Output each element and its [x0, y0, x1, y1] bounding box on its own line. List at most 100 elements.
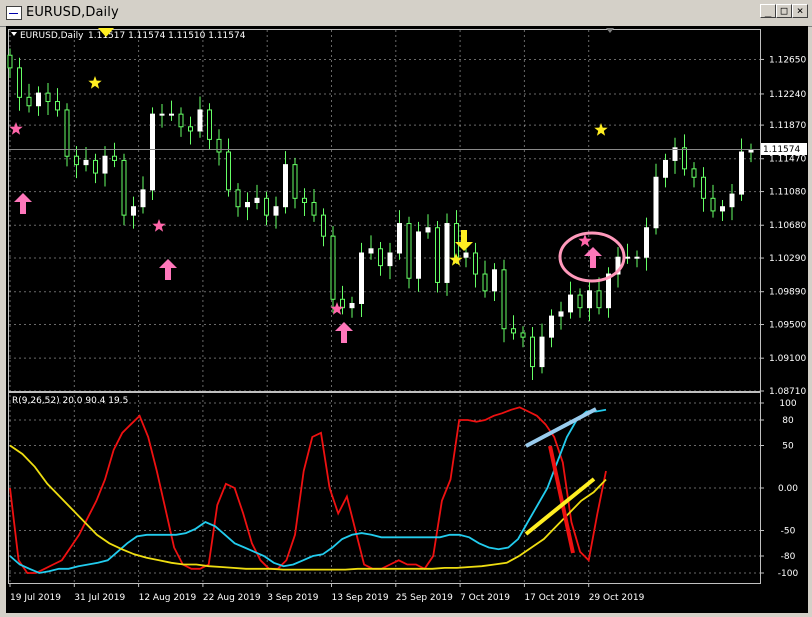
candle-body	[140, 189, 146, 208]
chart-svg[interactable]: EURUSD,Daily 1.11517 1.11574 1.11510 1.1…	[6, 26, 808, 613]
candle-body	[188, 126, 193, 132]
chart-grid	[9, 30, 760, 583]
window-title: EURUSD,Daily	[26, 5, 119, 20]
candle-body	[530, 336, 535, 368]
chart-window-icon	[6, 6, 22, 20]
candle-body	[634, 256, 640, 259]
candle-body	[264, 197, 269, 216]
chart-shift-icon[interactable]	[606, 28, 614, 33]
candle-body	[169, 113, 174, 116]
lightblue-trend-line	[525, 407, 597, 448]
candle-body	[729, 193, 735, 208]
candle-body	[482, 273, 488, 292]
indicator-series	[9, 406, 607, 574]
signal-markers	[9, 76, 608, 343]
candle-body	[150, 113, 155, 191]
date-tick-label: 17 Oct 2019	[524, 593, 580, 603]
candle-body	[748, 149, 754, 153]
pink-star-icon	[152, 219, 166, 232]
candle-body	[216, 138, 222, 153]
candle-body	[207, 109, 212, 140]
minimize-button[interactable]: _	[760, 4, 776, 18]
candle-body	[501, 269, 507, 330]
date-tick-label: 13 Sep 2019	[332, 593, 389, 603]
price-tick-label: 1.10290	[769, 254, 806, 264]
price-tick-label: 1.11470	[769, 155, 806, 165]
date-tick-label: 22 Aug 2019	[203, 593, 261, 603]
pink-up-arrow-icon	[584, 247, 602, 268]
candle-body	[178, 113, 184, 128]
candle-body	[197, 109, 203, 132]
candle-body	[83, 159, 89, 166]
chart-canvas[interactable]: EURUSD,Daily 1.11517 1.11574 1.11510 1.1…	[6, 26, 808, 613]
candle-body	[349, 302, 355, 309]
maximize-button[interactable]: □	[776, 4, 792, 18]
chart-menu-triangle-icon[interactable]	[11, 32, 17, 36]
candle-body	[416, 231, 421, 279]
candle-body	[406, 223, 412, 279]
candle-body	[45, 92, 51, 103]
candle-body	[492, 269, 497, 292]
indicator-tick-label: -80	[781, 552, 796, 562]
price-tick-label: 1.10680	[769, 221, 806, 231]
symbol-label: EURUSD,Daily	[20, 31, 84, 41]
candle-body	[644, 227, 649, 258]
date-tick-label: 3 Sep 2019	[267, 593, 319, 603]
date-tick-label: 19 Jul 2019	[10, 593, 61, 603]
price-tick-label: 1.09890	[769, 288, 806, 298]
candle-body	[558, 311, 564, 317]
candle-body	[378, 248, 383, 267]
current-price-text: 1.11574	[763, 145, 800, 155]
candle-body	[254, 197, 260, 204]
candle-body	[159, 113, 165, 116]
candle-body	[330, 235, 336, 300]
candle-body	[74, 155, 79, 166]
indicator-line-fast	[9, 406, 607, 574]
price-tick-label: 1.12650	[769, 55, 806, 65]
indicator-axis: 100 80 50 0.00 -50 -80 -100	[760, 399, 798, 579]
candle-body	[511, 328, 516, 334]
window-titlebar[interactable]: EURUSD,Daily _ □ ×	[0, 0, 812, 27]
candle-body	[368, 248, 374, 254]
indicator-tick-label: 80	[782, 416, 794, 426]
pink-up-arrow-icon	[159, 259, 177, 280]
candle-body	[701, 176, 706, 199]
candle-body	[653, 176, 659, 229]
indicator-tick-label: 0.00	[778, 484, 798, 494]
candle-body	[720, 206, 725, 212]
candle-body	[340, 298, 345, 309]
pink-up-arrow-icon	[335, 322, 353, 343]
candle-body	[387, 252, 393, 267]
price-panel-frame	[8, 29, 761, 392]
candle-body	[473, 252, 478, 275]
candle-body	[55, 101, 60, 111]
candle-body	[17, 67, 22, 98]
date-tick-label: 25 Sep 2019	[396, 593, 453, 603]
candle-body	[292, 164, 298, 199]
close-button[interactable]: ×	[792, 4, 808, 18]
indicator-tick-label: 50	[782, 442, 794, 452]
date-tick-label: 31 Jul 2019	[74, 593, 125, 603]
candle-body	[26, 96, 32, 107]
indicator-tick-label: 100	[779, 399, 796, 409]
candle-body	[520, 332, 526, 338]
price-tick-label: 1.12240	[769, 90, 806, 100]
candle-body	[682, 147, 687, 170]
pink-star-icon	[9, 122, 23, 135]
candle-body	[397, 223, 402, 254]
candle-body	[302, 197, 307, 204]
candle-body	[321, 214, 326, 237]
candle-body	[226, 151, 231, 191]
candle-body	[596, 290, 602, 309]
candle-body	[625, 256, 630, 259]
candle-body	[549, 315, 554, 338]
price-tick-label: 1.09100	[769, 354, 806, 364]
candle-body	[435, 227, 440, 283]
price-axis: 1.12650 1.12240 1.11870 1.11470 1.11080 1.106…	[760, 55, 806, 397]
date-tick-label: 7 Oct 2019	[460, 593, 510, 603]
candlestick-series	[7, 48, 754, 381]
price-tick-label: 1.11870	[769, 121, 806, 131]
ohlc-label: 1.11517 1.11574 1.11510 1.11574	[88, 31, 246, 41]
candle-body	[7, 54, 13, 69]
candle-body	[539, 336, 545, 368]
